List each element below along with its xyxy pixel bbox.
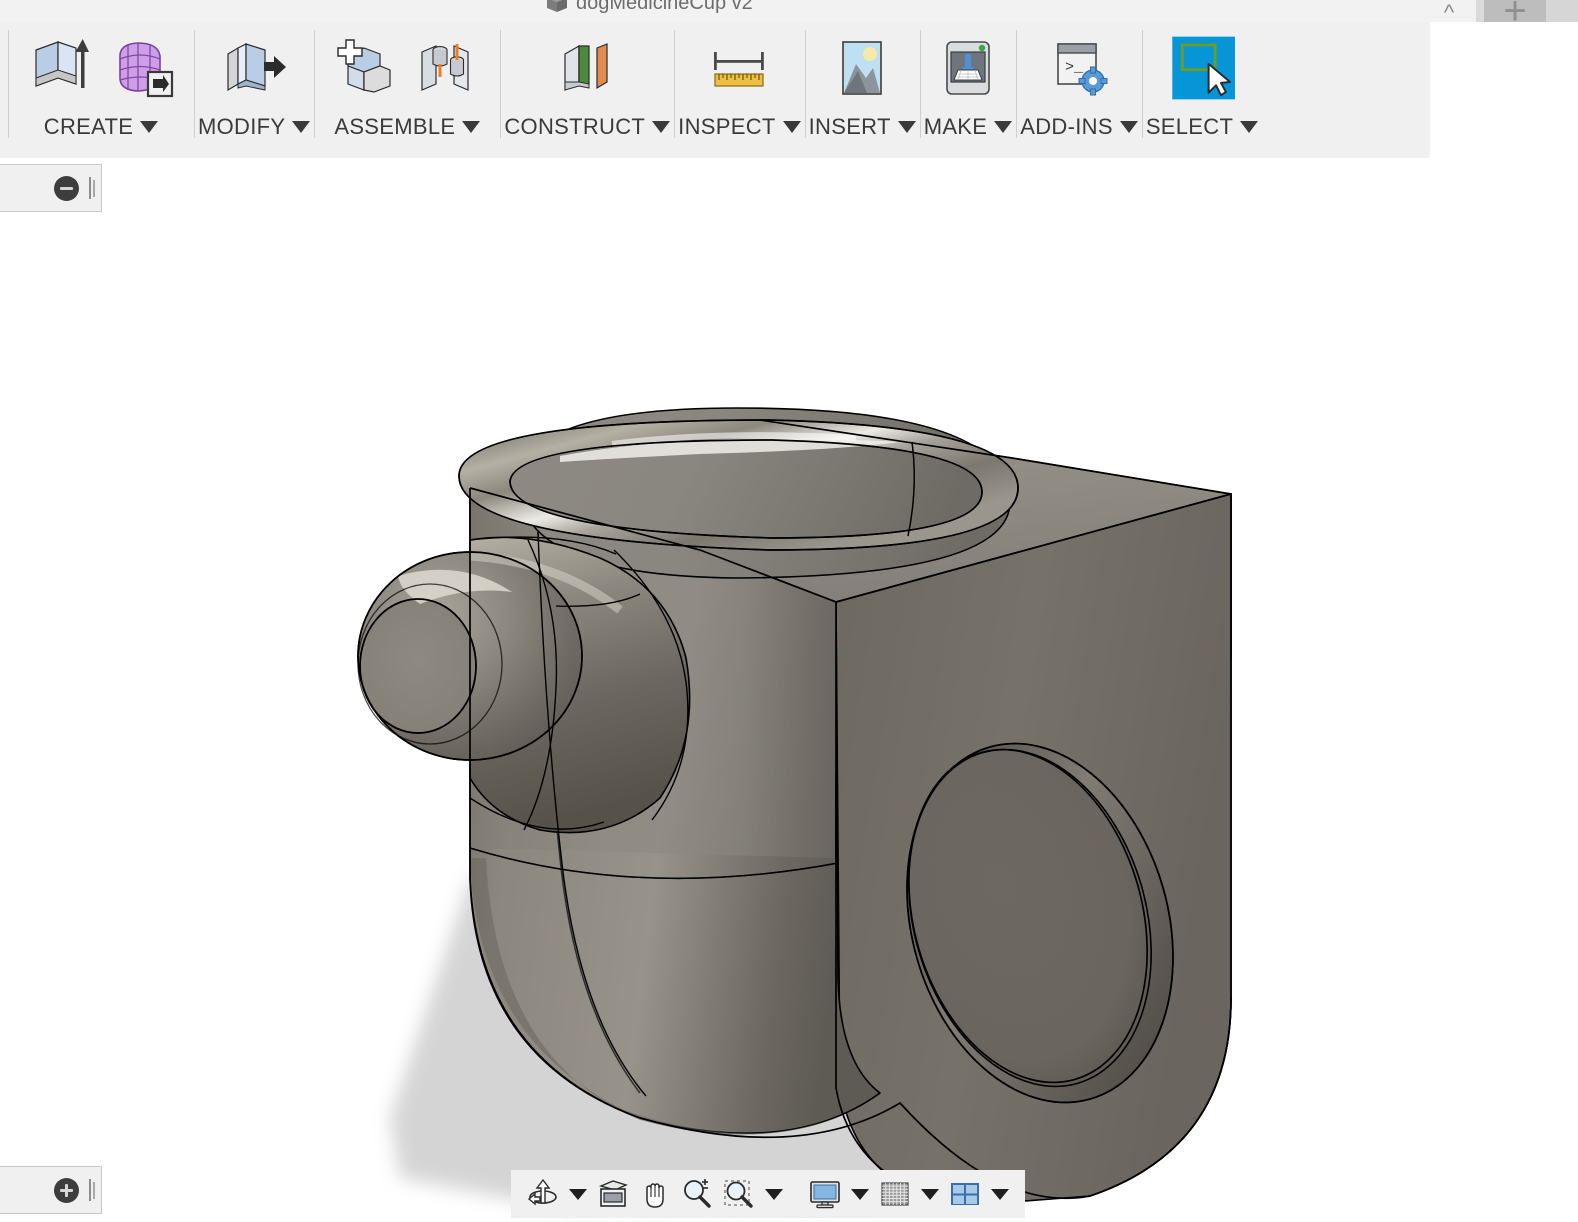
- insert-image-icon[interactable]: [829, 32, 895, 104]
- titlebar-right-controls: ^ +: [1422, 0, 1578, 22]
- create-label: CREATE: [43, 114, 134, 139]
- titlebar-spacer: [1476, 0, 1484, 22]
- ribbon-group-label[interactable]: MODIFY: [198, 114, 311, 148]
- ribbon-group-label[interactable]: CONSTRUCT: [504, 114, 671, 148]
- inspect-label: INSPECT: [678, 114, 776, 139]
- look-at-button[interactable]: [593, 1174, 633, 1214]
- ribbon-group-label[interactable]: CREATE: [43, 114, 159, 148]
- ribbon-group-insert: INSERT: [804, 22, 920, 158]
- fusion-application-window: dogMedicineCup v2 ^ + CREATE MODIFY ASSE…: [0, 0, 1578, 1222]
- ribbon-group-make: MAKE: [919, 22, 1017, 158]
- ribbon-group-inspect: INSPECT: [674, 22, 804, 158]
- ribbon-group-construct: CONSTRUCT: [500, 22, 674, 158]
- svg-text:>_: >_: [1065, 59, 1084, 76]
- create-form-icon[interactable]: [104, 32, 180, 104]
- new-tab-button[interactable]: +: [1484, 0, 1546, 22]
- make-label: MAKE: [923, 114, 988, 139]
- ribbon-group-create: CREATE: [8, 22, 194, 158]
- press-pull-icon[interactable]: [216, 32, 292, 104]
- viewport-canvas[interactable]: [0, 158, 1578, 1222]
- chevron-down-icon: [462, 121, 481, 133]
- ribbon-group-addins: >_ ADD-INS: [1016, 22, 1142, 158]
- ribbon-group-label[interactable]: INSPECT: [678, 114, 801, 148]
- chevron-down-icon: [1240, 121, 1259, 133]
- measure-ruler-icon[interactable]: [701, 32, 777, 104]
- joint-icon[interactable]: [410, 32, 486, 104]
- ribbon-toolbar: CREATE MODIFY ASSEMBLE CONSTRUCT INSPECT…: [0, 22, 1430, 158]
- ribbon-group-label[interactable]: SELECT: [1145, 114, 1259, 148]
- ribbon-group-label[interactable]: INSERT: [809, 114, 916, 148]
- ribbon-group-label[interactable]: ADD-INS: [1020, 114, 1138, 148]
- 3d-print-icon[interactable]: [935, 32, 1001, 104]
- grid-snaps-button[interactable]: [875, 1174, 915, 1214]
- minus-circle-icon[interactable]: [54, 175, 79, 201]
- select-label: SELECT: [1145, 114, 1234, 139]
- display-settings-dropdown[interactable]: [847, 1174, 873, 1214]
- display-settings-button[interactable]: [805, 1174, 845, 1214]
- chevron-down-icon: [292, 121, 311, 133]
- drag-grip-icon[interactable]: [87, 1179, 97, 1201]
- modify-label: MODIFY: [198, 114, 286, 139]
- ribbon-group-assemble: ASSEMBLE: [314, 22, 500, 158]
- addins-label: ADD-INS: [1020, 114, 1113, 139]
- chevron-down-icon: [140, 121, 159, 133]
- ribbon-group-modify: MODIFY: [194, 22, 314, 158]
- browser-panel-collapsed[interactable]: [0, 164, 102, 212]
- chevron-down-icon: [897, 121, 916, 133]
- ribbon-group-select: SELECT: [1141, 22, 1262, 158]
- chevron-down-icon: [652, 121, 671, 133]
- zoom-button[interactable]: [677, 1174, 717, 1214]
- orbit-button[interactable]: [523, 1174, 563, 1214]
- insert-label: INSERT: [808, 114, 891, 139]
- ribbon-group-label[interactable]: MAKE: [924, 114, 1013, 148]
- document-title: dogMedicineCup v2: [576, 0, 753, 14]
- viewports-button[interactable]: [945, 1174, 985, 1214]
- zoom-window-dropdown[interactable]: [761, 1174, 787, 1214]
- construct-label: CONSTRUCT: [504, 114, 646, 139]
- assemble-label: ASSEMBLE: [334, 114, 456, 139]
- plus-circle-icon[interactable]: [54, 1177, 79, 1203]
- plus-icon: +: [1503, 0, 1527, 22]
- document-tab[interactable]: dogMedicineCup v2: [531, 0, 767, 22]
- zoom-window-button[interactable]: [719, 1174, 759, 1214]
- title-bar: dogMedicineCup v2 ^ +: [0, 0, 1578, 22]
- select-window-icon[interactable]: [1169, 32, 1236, 104]
- titlebar-edge: [1546, 0, 1578, 22]
- new-component-icon[interactable]: [328, 32, 404, 104]
- pan-button[interactable]: [635, 1174, 675, 1214]
- chevron-down-icon: [994, 121, 1013, 133]
- chevron-up-icon[interactable]: ^: [1422, 0, 1476, 22]
- ribbon-group-label[interactable]: ASSEMBLE: [334, 114, 481, 148]
- view-navigation-bar: [511, 1170, 1025, 1218]
- orbit-dropdown[interactable]: [565, 1174, 591, 1214]
- chevron-down-icon: [1119, 121, 1138, 133]
- scripts-addins-icon[interactable]: >_: [1046, 32, 1112, 104]
- document-cube-icon: [545, 0, 569, 15]
- drag-grip-icon[interactable]: [87, 177, 97, 199]
- timeline-panel-collapsed[interactable]: [0, 1166, 102, 1214]
- chevron-down-icon: [782, 121, 801, 133]
- viewports-dropdown[interactable]: [987, 1174, 1013, 1214]
- extrude-icon[interactable]: [22, 32, 98, 104]
- grid-snaps-dropdown[interactable]: [917, 1174, 943, 1214]
- offset-plane-icon[interactable]: [549, 32, 625, 104]
